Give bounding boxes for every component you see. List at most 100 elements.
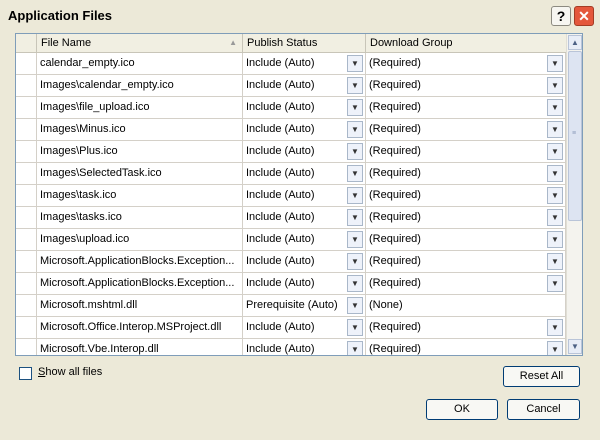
- publish-status-cell[interactable]: Include (Auto) ▼: [243, 273, 366, 294]
- download-group-cell[interactable]: (Required) ▼: [366, 141, 566, 162]
- file-name-cell[interactable]: Images\Minus.ico: [37, 119, 243, 140]
- row-selector[interactable]: [16, 141, 37, 162]
- chevron-down-icon[interactable]: ▼: [347, 231, 363, 248]
- publish-status-cell[interactable]: Include (Auto) ▼: [243, 251, 366, 272]
- row-selector[interactable]: [16, 317, 37, 338]
- scroll-up-button[interactable]: ▲: [568, 35, 582, 50]
- file-name-cell[interactable]: Images\Plus.ico: [37, 141, 243, 162]
- file-name-cell[interactable]: Microsoft.ApplicationBlocks.Exception...: [37, 251, 243, 272]
- table-row[interactable]: Microsoft.mshtml.dll Prerequisite (Auto) ▼…: [16, 295, 566, 317]
- file-name-cell[interactable]: Microsoft.ApplicationBlocks.Exception...: [37, 273, 243, 294]
- application-files-grid[interactable]: File Name ▲ Publish Status Download Grou…: [15, 33, 583, 356]
- download-group-cell[interactable]: (Required) ▼: [366, 119, 566, 140]
- show-all-files-label[interactable]: Show all files: [38, 366, 102, 378]
- row-selector[interactable]: [16, 53, 37, 74]
- chevron-down-icon[interactable]: ▼: [547, 77, 563, 94]
- file-name-cell[interactable]: Microsoft.mshtml.dll: [37, 295, 243, 316]
- cancel-button[interactable]: Cancel: [507, 399, 580, 420]
- file-name-cell[interactable]: Images\tasks.ico: [37, 207, 243, 228]
- close-button[interactable]: ✕: [574, 6, 594, 26]
- download-group-cell[interactable]: (Required) ▼: [366, 207, 566, 228]
- file-name-cell[interactable]: Images\SelectedTask.ico: [37, 163, 243, 184]
- publish-status-cell[interactable]: Include (Auto) ▼: [243, 185, 366, 206]
- file-name-cell[interactable]: Images\task.ico: [37, 185, 243, 206]
- chevron-down-icon[interactable]: ▼: [547, 121, 563, 138]
- publish-status-cell[interactable]: Include (Auto) ▼: [243, 53, 366, 74]
- table-row[interactable]: Microsoft.ApplicationBlocks.Exception...…: [16, 251, 566, 273]
- row-selector[interactable]: [16, 273, 37, 294]
- chevron-down-icon[interactable]: ▼: [547, 187, 563, 204]
- chevron-down-icon[interactable]: ▼: [347, 99, 363, 116]
- chevron-down-icon[interactable]: ▼: [347, 143, 363, 160]
- table-row[interactable]: Microsoft.ApplicationBlocks.Exception...…: [16, 273, 566, 295]
- file-name-cell[interactable]: calendar_empty.ico: [37, 53, 243, 74]
- scroll-thumb[interactable]: ≡: [568, 51, 582, 221]
- table-row[interactable]: Microsoft.Office.Interop.MSProject.dll In…: [16, 317, 566, 339]
- row-selector[interactable]: [16, 229, 37, 250]
- vertical-scrollbar[interactable]: ▲ ≡ ▼: [566, 34, 582, 355]
- chevron-down-icon[interactable]: ▼: [347, 297, 363, 314]
- publish-status-cell[interactable]: Include (Auto) ▼: [243, 119, 366, 140]
- chevron-down-icon[interactable]: ▼: [547, 55, 563, 72]
- row-selector[interactable]: [16, 339, 37, 355]
- file-name-cell[interactable]: Microsoft.Office.Interop.MSProject.dll: [37, 317, 243, 338]
- header-download-group[interactable]: Download Group: [366, 34, 566, 52]
- table-row[interactable]: Microsoft.Vbe.Interop.dll Include (Auto) ▼…: [16, 339, 566, 355]
- help-button[interactable]: ?: [551, 6, 571, 26]
- row-selector[interactable]: [16, 119, 37, 140]
- chevron-down-icon[interactable]: ▼: [547, 253, 563, 270]
- download-group-cell[interactable]: (Required) ▼: [366, 97, 566, 118]
- publish-status-cell[interactable]: Include (Auto) ▼: [243, 75, 366, 96]
- download-group-cell[interactable]: (Required) ▼: [366, 53, 566, 74]
- file-name-cell[interactable]: Images\upload.ico: [37, 229, 243, 250]
- ok-button[interactable]: OK: [426, 399, 498, 420]
- download-group-cell[interactable]: (Required) ▼: [366, 163, 566, 184]
- chevron-down-icon[interactable]: ▼: [347, 77, 363, 94]
- chevron-down-icon[interactable]: ▼: [347, 187, 363, 204]
- chevron-down-icon[interactable]: ▼: [347, 209, 363, 226]
- download-group-cell[interactable]: (Required) ▼: [366, 251, 566, 272]
- publish-status-cell[interactable]: Include (Auto) ▼: [243, 97, 366, 118]
- show-all-files-checkbox[interactable]: [19, 367, 32, 380]
- header-file-name[interactable]: File Name ▲: [37, 34, 243, 52]
- publish-status-cell[interactable]: Include (Auto) ▼: [243, 229, 366, 250]
- row-selector[interactable]: [16, 163, 37, 184]
- file-name-cell[interactable]: Images\file_upload.ico: [37, 97, 243, 118]
- row-selector[interactable]: [16, 295, 37, 316]
- row-selector[interactable]: [16, 185, 37, 206]
- publish-status-cell[interactable]: Include (Auto) ▼: [243, 317, 366, 338]
- file-name-cell[interactable]: Images\calendar_empty.ico: [37, 75, 243, 96]
- download-group-cell[interactable]: (Required) ▼: [366, 75, 566, 96]
- publish-status-cell[interactable]: Include (Auto) ▼: [243, 163, 366, 184]
- chevron-down-icon[interactable]: ▼: [547, 143, 563, 160]
- chevron-down-icon[interactable]: ▼: [547, 165, 563, 182]
- publish-status-cell[interactable]: Include (Auto) ▼: [243, 207, 366, 228]
- publish-status-cell[interactable]: Prerequisite (Auto) ▼: [243, 295, 366, 316]
- row-selector[interactable]: [16, 97, 37, 118]
- chevron-down-icon[interactable]: ▼: [547, 99, 563, 116]
- table-row[interactable]: calendar_empty.ico Include (Auto) ▼ (Requir…: [16, 53, 566, 75]
- table-row[interactable]: Images\Minus.ico Include (Auto) ▼ (Required…: [16, 119, 566, 141]
- download-group-cell[interactable]: (Required) ▼: [366, 339, 566, 355]
- chevron-down-icon[interactable]: ▼: [547, 275, 563, 292]
- header-publish-status[interactable]: Publish Status: [243, 34, 366, 52]
- table-row[interactable]: Images\calendar_empty.ico Include (Auto) ▼…: [16, 75, 566, 97]
- file-name-cell[interactable]: Microsoft.Vbe.Interop.dll: [37, 339, 243, 355]
- table-row[interactable]: Images\task.ico Include (Auto) ▼ (Required)…: [16, 185, 566, 207]
- chevron-down-icon[interactable]: ▼: [547, 341, 563, 355]
- download-group-cell[interactable]: (Required) ▼: [366, 273, 566, 294]
- download-group-cell[interactable]: (None): [366, 295, 566, 316]
- chevron-down-icon[interactable]: ▼: [347, 275, 363, 292]
- chevron-down-icon[interactable]: ▼: [547, 231, 563, 248]
- download-group-cell[interactable]: (Required) ▼: [366, 317, 566, 338]
- table-row[interactable]: Images\tasks.ico Include (Auto) ▼ (Required…: [16, 207, 566, 229]
- chevron-down-icon[interactable]: ▼: [347, 341, 363, 355]
- chevron-down-icon[interactable]: ▼: [347, 319, 363, 336]
- table-row[interactable]: Images\upload.ico Include (Auto) ▼ (Require…: [16, 229, 566, 251]
- chevron-down-icon[interactable]: ▼: [547, 319, 563, 336]
- row-selector[interactable]: [16, 207, 37, 228]
- chevron-down-icon[interactable]: ▼: [347, 165, 363, 182]
- chevron-down-icon[interactable]: ▼: [347, 55, 363, 72]
- table-row[interactable]: Images\file_upload.ico Include (Auto) ▼ (Re…: [16, 97, 566, 119]
- download-group-cell[interactable]: (Required) ▼: [366, 185, 566, 206]
